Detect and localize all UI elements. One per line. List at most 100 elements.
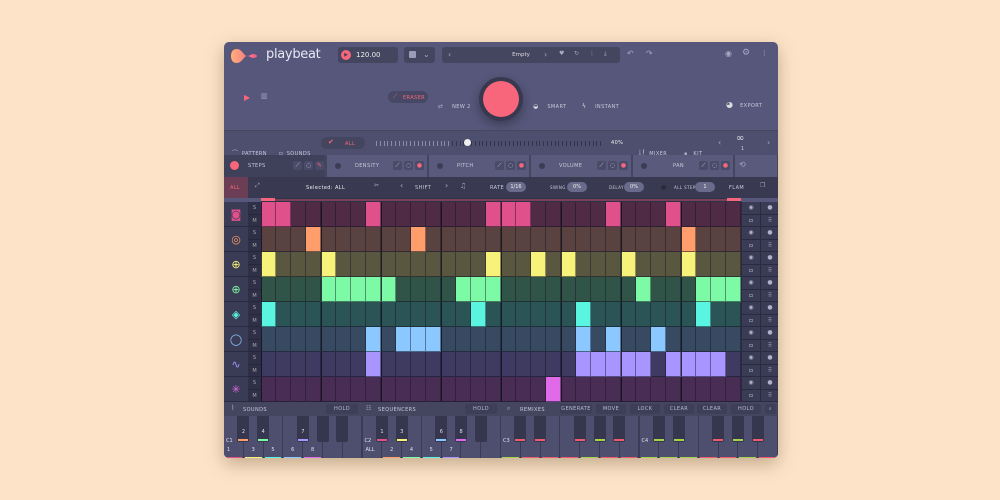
piano-black-key[interactable] bbox=[613, 416, 626, 442]
step-cell[interactable] bbox=[261, 377, 276, 402]
step-cell[interactable] bbox=[321, 377, 336, 402]
step-cell[interactable] bbox=[441, 252, 456, 277]
step-cell[interactable] bbox=[336, 377, 351, 402]
step-cell[interactable] bbox=[606, 252, 621, 277]
step-cell-active[interactable] bbox=[711, 352, 726, 377]
step-cell[interactable] bbox=[276, 352, 291, 377]
step-cell[interactable] bbox=[591, 277, 606, 302]
piano-black-key[interactable]: 3 bbox=[395, 416, 408, 442]
search-button[interactable]: ⌕ bbox=[765, 404, 776, 414]
step-cell-active[interactable] bbox=[306, 227, 321, 252]
step-cell-active[interactable] bbox=[696, 277, 711, 302]
step-cell-active[interactable] bbox=[696, 352, 711, 377]
step-cell[interactable] bbox=[501, 227, 516, 252]
step-cell[interactable] bbox=[471, 327, 486, 352]
step-cell[interactable] bbox=[306, 277, 321, 302]
step-cell[interactable] bbox=[441, 277, 456, 302]
drag-handle-icon[interactable]: ⠿ bbox=[760, 389, 778, 402]
step-cell[interactable] bbox=[291, 202, 306, 227]
flam-label[interactable]: FLAM bbox=[729, 185, 744, 191]
drag-handle-icon[interactable]: ⠿ bbox=[760, 339, 778, 352]
piano-black-key[interactable] bbox=[573, 416, 586, 442]
step-cell[interactable] bbox=[531, 202, 546, 227]
track-mixer-icon[interactable]: ⧦ bbox=[741, 389, 760, 402]
step-cell[interactable] bbox=[516, 327, 531, 352]
step-cell[interactable] bbox=[651, 202, 666, 227]
track-tambourine-icon[interactable]: ◯ bbox=[224, 327, 248, 352]
rate-value[interactable]: 1/16 bbox=[506, 182, 526, 192]
step-cell-active[interactable] bbox=[726, 277, 741, 302]
step-cell-active[interactable] bbox=[681, 252, 696, 277]
step-cell-active[interactable] bbox=[366, 352, 381, 377]
lock-icon[interactable]: ● bbox=[760, 327, 778, 340]
step-cell[interactable] bbox=[261, 327, 276, 352]
step-cell[interactable] bbox=[606, 227, 621, 252]
piano-black-key[interactable] bbox=[534, 416, 547, 442]
step-cell[interactable] bbox=[321, 302, 336, 327]
step-cell[interactable] bbox=[486, 227, 501, 252]
step-cell[interactable] bbox=[456, 202, 471, 227]
step-cell[interactable] bbox=[471, 377, 486, 402]
step-cell-active[interactable] bbox=[516, 202, 531, 227]
step-cell[interactable] bbox=[696, 327, 711, 352]
reset-icon[interactable]: ● bbox=[517, 161, 526, 170]
step-cell[interactable] bbox=[336, 202, 351, 227]
refresh-icon[interactable]: ↻ bbox=[574, 51, 579, 57]
step-cell-active[interactable] bbox=[261, 302, 276, 327]
step-cell[interactable] bbox=[396, 277, 411, 302]
prev-pattern-icon[interactable]: ‹ bbox=[448, 51, 451, 59]
step-cell-active[interactable] bbox=[636, 277, 651, 302]
step-cell-active[interactable] bbox=[261, 252, 276, 277]
step-cell[interactable] bbox=[561, 327, 576, 352]
step-cell[interactable] bbox=[576, 377, 591, 402]
mute-button[interactable]: M bbox=[248, 239, 261, 252]
step-cell[interactable] bbox=[546, 352, 561, 377]
track-mixer-icon[interactable]: ⧦ bbox=[741, 314, 760, 327]
step-cell[interactable] bbox=[261, 227, 276, 252]
step-cell[interactable] bbox=[696, 252, 711, 277]
play-icon[interactable]: ▶ bbox=[244, 93, 250, 102]
step-cell-active[interactable] bbox=[411, 227, 426, 252]
step-cell[interactable] bbox=[306, 377, 321, 402]
step-cell[interactable] bbox=[306, 252, 321, 277]
edit-icon[interactable]: ⟋ bbox=[495, 161, 504, 170]
step-cell[interactable] bbox=[591, 327, 606, 352]
step-cell[interactable] bbox=[471, 227, 486, 252]
step-cell[interactable] bbox=[726, 327, 741, 352]
step-cell[interactable] bbox=[531, 377, 546, 402]
step-cell[interactable] bbox=[621, 277, 636, 302]
step-cell[interactable] bbox=[531, 352, 546, 377]
step-cell[interactable] bbox=[336, 227, 351, 252]
step-cell-active[interactable] bbox=[366, 277, 381, 302]
step-cell[interactable] bbox=[306, 327, 321, 352]
step-cell[interactable] bbox=[696, 377, 711, 402]
step-cell[interactable] bbox=[591, 252, 606, 277]
visibility-eye-icon[interactable]: ◉ bbox=[741, 227, 760, 240]
step-cell[interactable] bbox=[561, 202, 576, 227]
track-mixer-icon[interactable]: ⧦ bbox=[741, 364, 760, 377]
next-pattern-icon[interactable]: › bbox=[544, 51, 547, 59]
step-cell[interactable] bbox=[636, 202, 651, 227]
step-cell-active[interactable] bbox=[606, 352, 621, 377]
step-cell[interactable] bbox=[291, 377, 306, 402]
step-cell[interactable] bbox=[366, 227, 381, 252]
clear-button[interactable]: CLEAR bbox=[664, 404, 694, 414]
random-icon[interactable]: ◌ bbox=[304, 161, 313, 170]
step-cell[interactable] bbox=[546, 227, 561, 252]
drag-handle-icon[interactable]: ⠿ bbox=[760, 239, 778, 252]
lock-icon[interactable]: ● bbox=[760, 377, 778, 390]
track-mixer-icon[interactable]: ⧦ bbox=[741, 214, 760, 227]
solo-button[interactable]: S bbox=[248, 327, 261, 340]
step-cell[interactable] bbox=[471, 252, 486, 277]
step-cell[interactable] bbox=[696, 202, 711, 227]
step-cell[interactable] bbox=[666, 302, 681, 327]
step-cell[interactable] bbox=[441, 327, 456, 352]
step-cell[interactable] bbox=[441, 302, 456, 327]
shift-right-icon[interactable]: › bbox=[445, 182, 448, 190]
step-cell[interactable] bbox=[321, 327, 336, 352]
step-cell[interactable] bbox=[561, 352, 576, 377]
redo-icon[interactable]: ↷ bbox=[646, 50, 653, 58]
step-cell-active[interactable] bbox=[366, 202, 381, 227]
step-cell-active[interactable] bbox=[381, 277, 396, 302]
step-cell-active[interactable] bbox=[681, 227, 696, 252]
